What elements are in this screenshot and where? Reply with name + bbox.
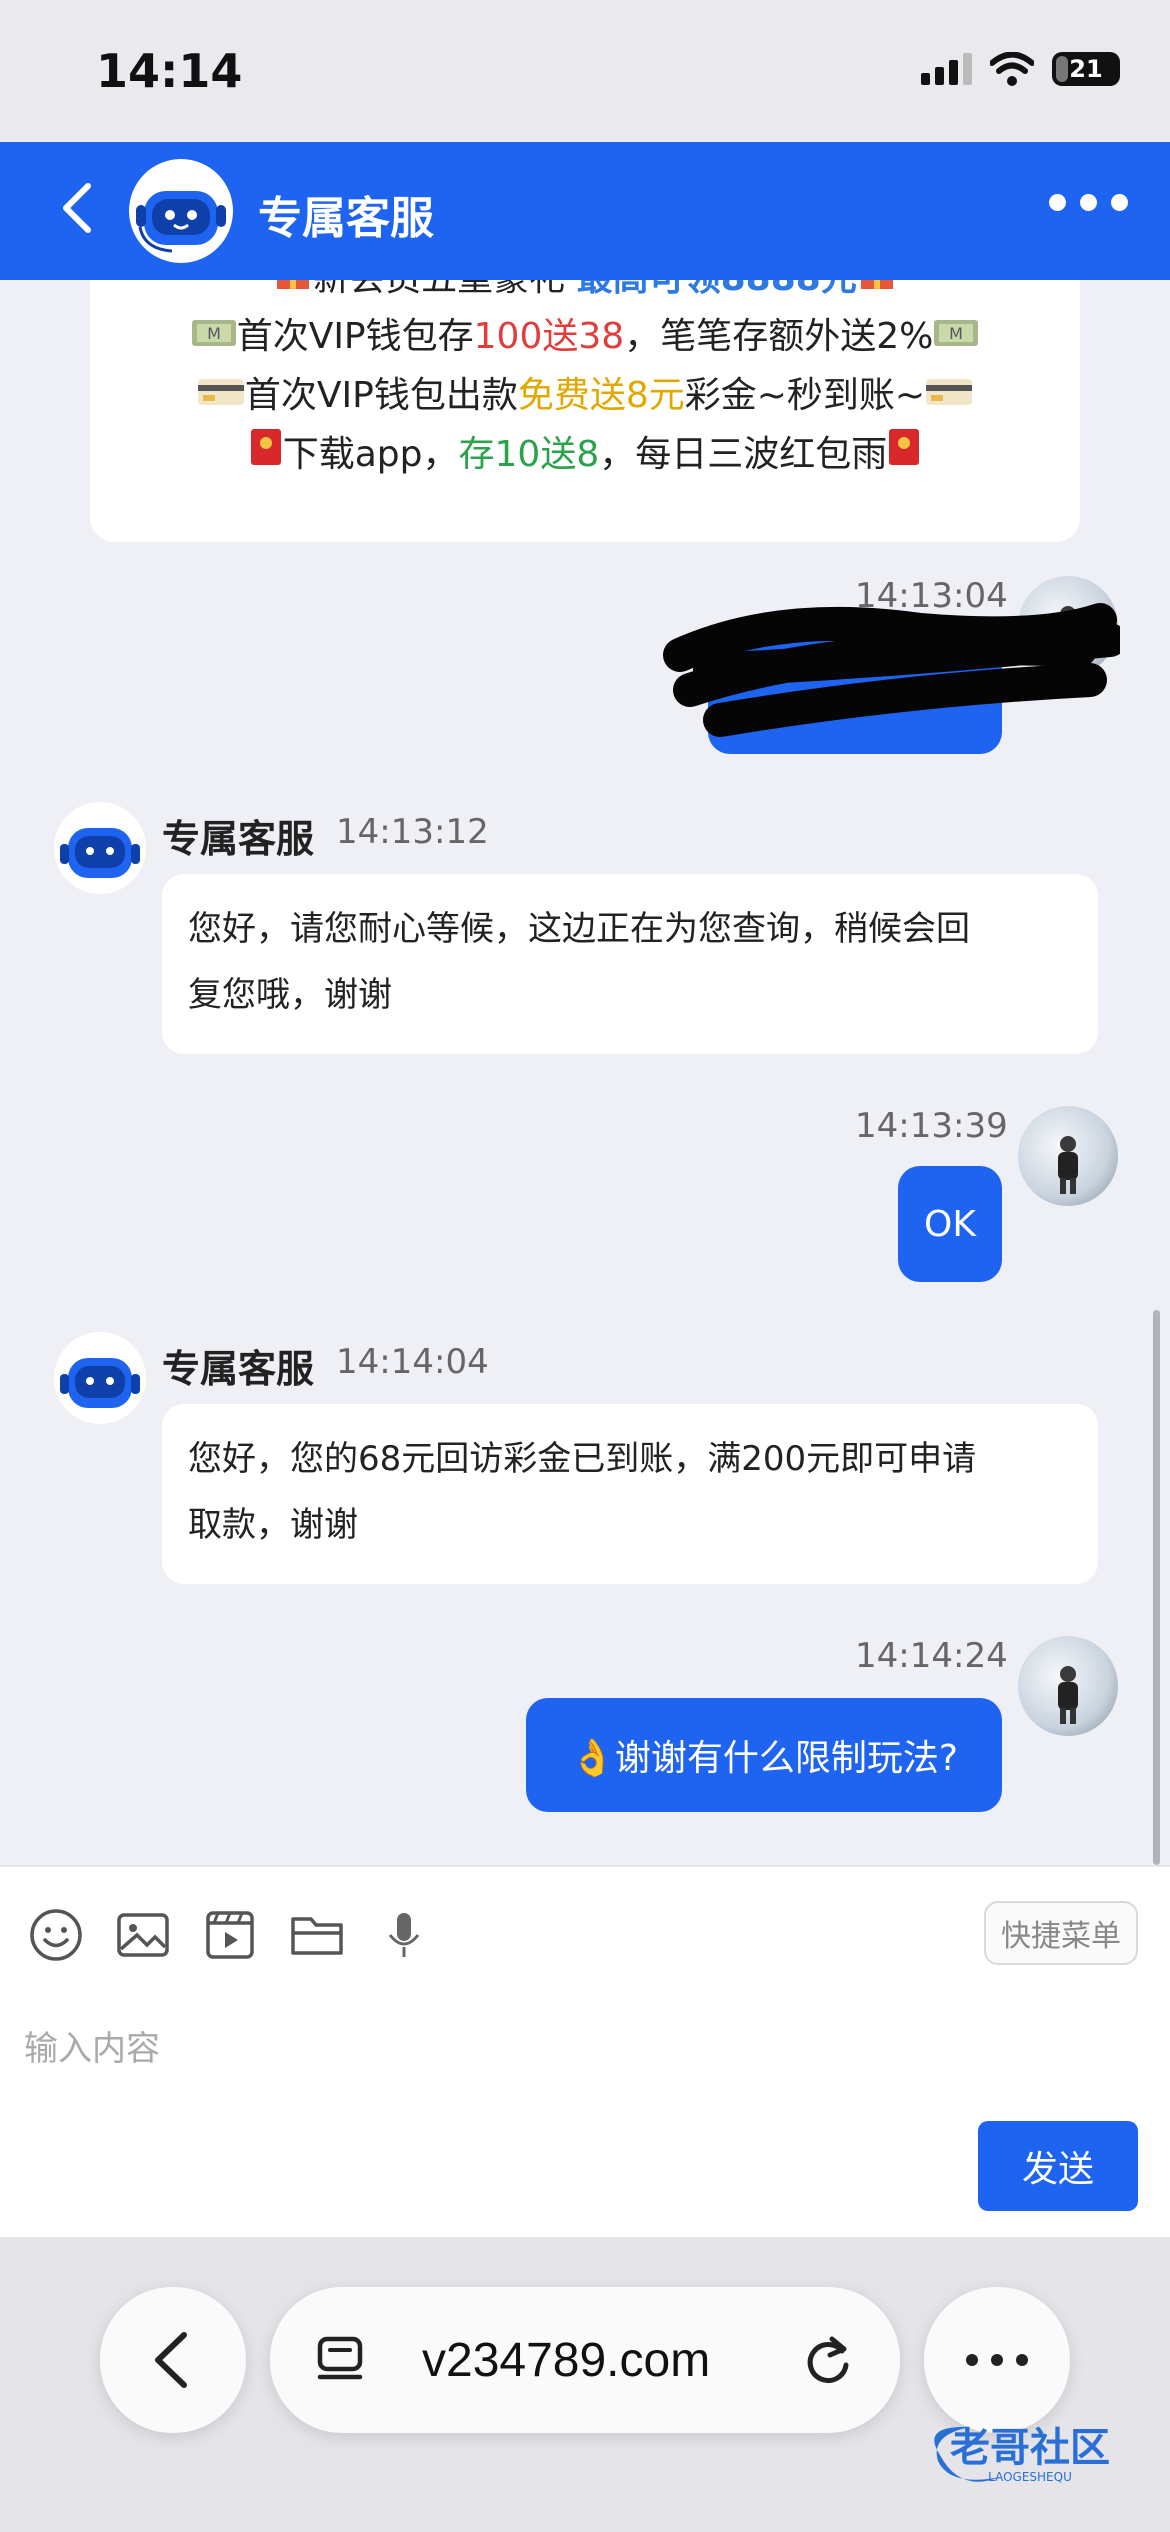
browser-toolbar: v234789.com 老哥社区 LAOGESHEQU xyxy=(0,2237,1170,2532)
image-icon[interactable] xyxy=(113,1905,173,1965)
signal-icon xyxy=(921,53,972,85)
browser-back-button[interactable] xyxy=(100,2287,246,2433)
status-time: 14:14 xyxy=(96,44,243,98)
promo-card: 新会员五重豪礼 最高可领8888元 M首次VIP钱包存100送38，笔笔存额外送… xyxy=(90,280,1080,542)
message-bubble-incoming: 您好，请您耐心等候，这边正在为您查询，稍候会回 复您哦，谢谢 xyxy=(162,874,1098,1054)
message-bubble-outgoing: 👌谢谢有什么限制玩法? xyxy=(526,1698,1002,1812)
address-bar[interactable]: v234789.com xyxy=(270,2287,900,2433)
svg-text:M: M xyxy=(949,324,963,343)
robot-avatar-icon xyxy=(129,159,233,263)
svg-text:M: M xyxy=(207,324,221,343)
promo-line-1: 新会员五重豪礼 最高可领8888元 xyxy=(90,280,1080,308)
agent-name: 专属客服 xyxy=(162,1347,315,1391)
money-icon: M xyxy=(933,309,979,367)
message-time: 14:13:39 xyxy=(855,1106,1008,1146)
watermark-logo: 老哥社区 LAOGESHEQU xyxy=(934,2425,1110,2484)
promo-line-2: M 首次VIP钱包存100送38，笔笔存额外送2% M xyxy=(90,308,1080,367)
wifi-icon xyxy=(990,52,1034,86)
card-icon xyxy=(197,368,245,426)
svg-text:LAOGESHEQU: LAOGESHEQU xyxy=(988,2470,1072,2484)
message-bubble-incoming: 您好，您的68元回访彩金已到账，满200元即可申请 取款，谢谢 xyxy=(162,1404,1098,1584)
gift-icon xyxy=(857,280,897,309)
chat-area[interactable]: 新会员五重豪礼 最高可领8888元 M首次VIP钱包存100送38，笔笔存额外送… xyxy=(0,280,1170,1865)
message-time: 14:13:12 xyxy=(336,812,489,852)
more-icon[interactable] xyxy=(1049,194,1128,211)
svg-text:老哥社区: 老哥社区 xyxy=(950,2425,1110,2471)
card-icon xyxy=(925,368,973,426)
folder-icon[interactable] xyxy=(287,1905,347,1965)
message-time: 14:14:04 xyxy=(336,1342,489,1382)
user-avatar xyxy=(1018,1636,1118,1736)
send-button[interactable]: 发送 xyxy=(978,2121,1138,2211)
chat-scrollbar[interactable] xyxy=(1153,1310,1160,1865)
promo-line-3: 首次VIP钱包出款免费送8元彩金~秒到账~ xyxy=(90,367,1080,426)
red-envelope-icon xyxy=(887,427,921,485)
promo-line-4: 下载app，存10送8，每日三波红包雨 xyxy=(90,426,1080,485)
red-envelope-icon xyxy=(249,427,283,485)
ellipsis-icon xyxy=(966,2354,1028,2366)
battery-icon: 21 xyxy=(1052,52,1120,86)
input-area: 快捷菜单 发送 xyxy=(0,1865,1170,2237)
agent-avatar xyxy=(54,1332,146,1424)
gift-icon xyxy=(273,280,313,309)
browser-back-icon xyxy=(155,2332,187,2388)
microphone-icon[interactable] xyxy=(374,1905,434,1965)
redaction-scribble xyxy=(663,603,1120,737)
message-input[interactable] xyxy=(24,2009,1124,2089)
url-text: v234789.com xyxy=(422,2334,711,2387)
browser-more-button[interactable] xyxy=(924,2287,1070,2433)
tabs-icon xyxy=(317,2336,363,2380)
video-icon[interactable] xyxy=(200,1905,260,1965)
chat-title: 专属客服 xyxy=(258,193,434,244)
message-bubble-outgoing: OK xyxy=(898,1166,1002,1282)
money-icon: M xyxy=(191,309,237,367)
message-time: 14:14:24 xyxy=(855,1636,1008,1676)
agent-avatar xyxy=(54,802,146,894)
user-avatar xyxy=(1018,1106,1118,1206)
chat-header: 专属客服 xyxy=(0,142,1170,280)
reload-icon[interactable] xyxy=(800,2331,856,2389)
emoji-icon[interactable] xyxy=(26,1905,86,1965)
status-bar: 14:14 21 xyxy=(0,0,1170,142)
quick-menu-button[interactable]: 快捷菜单 xyxy=(984,1901,1138,1965)
status-icons: 21 xyxy=(921,52,1120,86)
battery-level: 21 xyxy=(1069,55,1103,83)
back-icon[interactable] xyxy=(50,178,110,238)
agent-name: 专属客服 xyxy=(162,817,315,861)
